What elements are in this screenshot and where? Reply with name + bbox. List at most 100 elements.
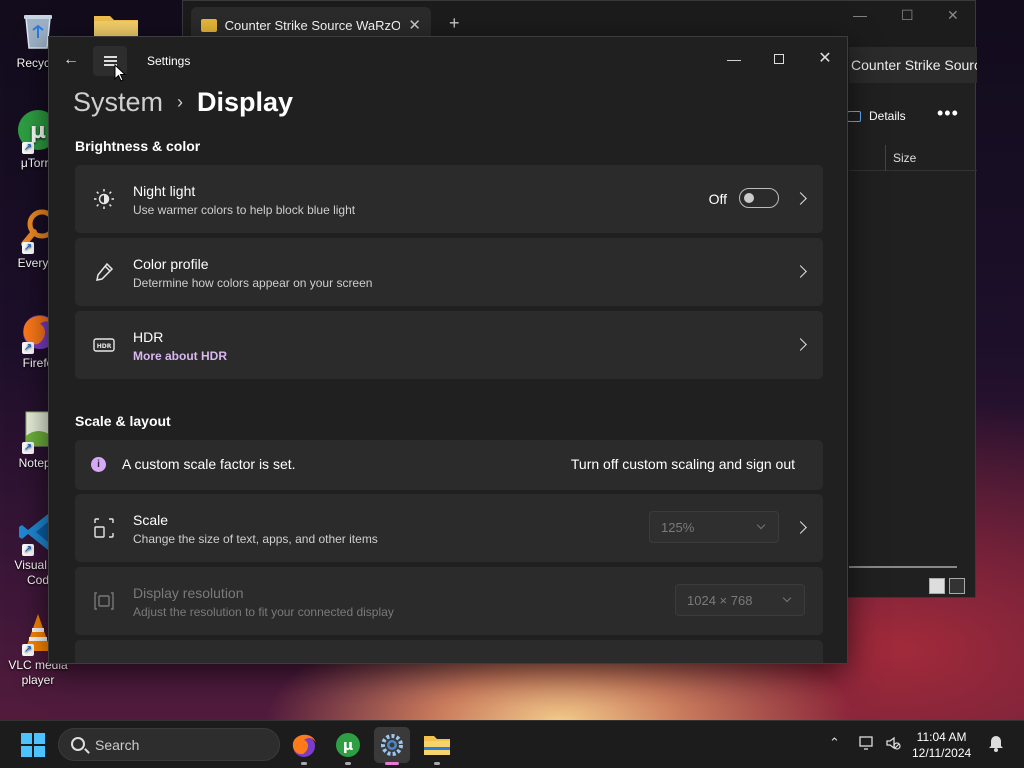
active-indicator [385, 762, 399, 765]
windows-logo-icon [21, 733, 32, 744]
back-arrow-icon[interactable]: ← [63, 51, 81, 69]
maximize-button[interactable] [764, 45, 794, 73]
hdr-icon: HDR [93, 338, 115, 352]
column-header-size[interactable]: Size [893, 151, 916, 165]
section-title-scale: Scale & layout [75, 413, 171, 429]
tiles-view-icon[interactable] [949, 578, 965, 594]
search-icon [71, 737, 85, 751]
resolution-icon [94, 592, 114, 610]
shortcut-arrow-icon: ↗ [22, 442, 34, 454]
explorer-tab-title: Counter Strike Source WaRzOr [224, 17, 401, 33]
running-indicator [434, 762, 440, 765]
details-view-icon[interactable] [929, 578, 945, 594]
scale-dropdown[interactable]: 125% [649, 511, 779, 543]
show-hidden-icons-chevron-icon[interactable]: ⌃ [829, 735, 840, 751]
shortcut-arrow-icon: ↗ [22, 342, 34, 354]
eyedropper-icon [96, 262, 114, 281]
night-light-subtitle: Use warmer colors to help block blue lig… [133, 203, 356, 217]
shortcut-arrow-icon: ↗ [22, 142, 34, 154]
chevron-right-icon[interactable] [794, 521, 807, 534]
chevron-down-icon [782, 593, 792, 603]
toggle-knob [744, 193, 754, 203]
taskbar-clock[interactable]: 11:04 AM 12/11/2024 [912, 729, 971, 761]
close-tab-icon[interactable]: ✕ [408, 16, 421, 34]
close-button[interactable]: ✕ [810, 45, 840, 73]
firefox-icon [292, 734, 316, 757]
page-title: Display [197, 87, 294, 117]
taskbar-settings[interactable] [374, 727, 410, 765]
clock-date: 12/11/2024 [912, 746, 972, 760]
display-resolution-card: Display resolution Adjust the resolution… [75, 567, 823, 635]
display-resolution-subtitle: Adjust the resolution to fit your connec… [133, 605, 394, 619]
taskbar-file-explorer[interactable] [419, 727, 455, 765]
details-pane-icon [847, 110, 861, 122]
svg-text:HDR: HDR [97, 343, 112, 350]
gear-icon [381, 734, 403, 756]
turn-off-custom-scaling-link[interactable]: Turn off custom scaling and sign out [571, 456, 795, 472]
taskbar-firefox[interactable] [286, 727, 322, 765]
chevron-right-icon[interactable] [794, 265, 807, 278]
details-button[interactable]: Details [847, 109, 906, 123]
folder-icon [201, 18, 217, 32]
color-profile-subtitle: Determine how colors appear on your scre… [133, 276, 373, 290]
new-tab-button[interactable]: + [449, 13, 460, 34]
hamburger-icon-line [104, 60, 117, 62]
details-label: Details [869, 109, 906, 123]
scale-card[interactable]: Scale Change the size of text, apps, and… [75, 494, 823, 562]
scale-icon [94, 518, 114, 538]
shortcut-arrow-icon: ↗ [22, 242, 34, 254]
address-bar[interactable]: Counter Strike Sourc [849, 47, 977, 83]
night-light-card[interactable]: Night light Use warmer colors to help bl… [75, 165, 823, 233]
window-title: Settings [147, 54, 191, 68]
shortcut-arrow-icon: ↗ [22, 544, 34, 556]
title-bar: ← Settings — ✕ [49, 37, 847, 85]
folder-icon [424, 736, 450, 755]
color-profile-title: Color profile [133, 256, 209, 272]
chevron-right-icon[interactable] [794, 192, 807, 205]
running-indicator [345, 762, 351, 765]
scale-title: Scale [133, 512, 169, 528]
running-indicator [301, 762, 307, 765]
resolution-dropdown-value: 1024 × 768 [687, 593, 753, 608]
night-light-title: Night light [133, 183, 196, 199]
night-light-icon [94, 189, 114, 209]
minimize-button[interactable]: — [719, 45, 749, 73]
utorrent-icon: µ [336, 733, 360, 757]
notification-bell-icon[interactable] [988, 734, 1004, 755]
svg-text:µ: µ [30, 119, 46, 144]
hdr-more-link[interactable]: More about HDR [133, 349, 227, 363]
hdr-title: HDR [133, 329, 164, 345]
settings-window: ← Settings — ✕ System › Display Brightne… [48, 36, 848, 664]
taskbar-utorrent[interactable]: µ [330, 727, 366, 765]
more-options-icon[interactable]: ••• [937, 103, 959, 124]
maximize-button[interactable]: ☐ [901, 7, 914, 24]
minimize-button[interactable]: — [853, 7, 867, 23]
hdr-card[interactable]: HDR HDR More about HDR [75, 311, 823, 379]
column-separator[interactable] [885, 145, 886, 171]
mouse-cursor-icon [114, 64, 126, 82]
night-light-toggle[interactable] [739, 188, 779, 208]
night-light-state: Off [708, 191, 727, 207]
display-resolution-title: Display resolution [133, 585, 244, 601]
breadcrumb-system[interactable]: System [73, 87, 163, 118]
network-icon[interactable] [858, 734, 876, 755]
chevron-right-icon[interactable] [794, 338, 807, 351]
next-setting-card [75, 640, 823, 663]
search-placeholder: Search [95, 737, 140, 753]
windows-logo-icon [21, 746, 32, 757]
custom-scale-infobar: i A custom scale factor is set. Turn off… [75, 440, 823, 490]
close-button[interactable]: ✕ [947, 7, 959, 24]
taskbar: Search µ ⌃ 11:04 AM 12/11/2024 [0, 720, 1024, 768]
volume-muted-icon[interactable] [884, 734, 902, 755]
windows-logo-icon [34, 733, 45, 744]
view-toggle [929, 578, 965, 594]
taskbar-search-box[interactable]: Search [58, 728, 280, 761]
horizontal-scrollbar[interactable] [849, 566, 957, 568]
start-button[interactable] [21, 733, 45, 757]
column-header: Size [849, 145, 977, 171]
chevron-down-icon [756, 520, 766, 530]
shortcut-arrow-icon: ↗ [22, 644, 34, 656]
section-title-brightness: Brightness & color [75, 138, 201, 154]
color-profile-card[interactable]: Color profile Determine how colors appea… [75, 238, 823, 306]
breadcrumb-chevron-icon: › [177, 92, 184, 112]
